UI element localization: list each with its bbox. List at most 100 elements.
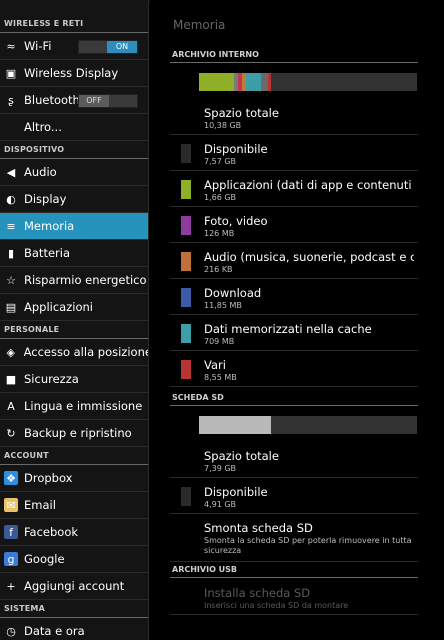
category-color-swatch <box>181 179 191 199</box>
google-icon: g <box>4 552 18 566</box>
email-icon: ✉ <box>4 498 18 512</box>
row-title: Spazio totale <box>204 449 279 463</box>
page-title: Memoria <box>173 18 226 32</box>
section-header: DISPOSITIVO <box>0 141 148 159</box>
storage-icon: ≡ <box>6 219 16 233</box>
sidebar-item-sicurezza[interactable]: ■ Sicurezza <box>0 366 148 393</box>
sidebar-item-facebook[interactable]: f Facebook <box>0 519 148 546</box>
sidebar-item-label: Lingua e immissione <box>24 399 143 413</box>
location-icon: ◈ <box>6 345 16 359</box>
sidebar-item-label: Wi-Fi <box>24 39 52 53</box>
speaker-icon: ◀ <box>6 165 16 179</box>
row-title: Vari <box>204 358 226 372</box>
storage-row[interactable]: Applicazioni (dati di app e contenuti mu… <box>170 171 418 207</box>
sidebar-item-label: Altro... <box>24 120 62 134</box>
sidebar-top-spacer <box>0 0 148 15</box>
storage-row[interactable]: Disponibile 4,91 GB <box>170 478 418 514</box>
row-title: Foto, video <box>204 214 268 228</box>
sidebar-item-memoria[interactable]: ≡ Memoria <box>0 213 148 240</box>
storage-row[interactable]: Smonta scheda SD Smonta la scheda SD per … <box>170 514 418 562</box>
backup-icon: ↻ <box>6 426 16 440</box>
sidebar-item-accesso-alla-posizione[interactable]: ◈ Accesso alla posizione <box>0 339 148 366</box>
section-header: PERSONALE <box>0 321 148 339</box>
section-header-usb-storage: ARCHIVIO USB <box>170 561 418 578</box>
section-header: ACCOUNT <box>0 447 148 465</box>
storage-row[interactable]: Vari 8,55 MB <box>170 351 418 387</box>
row-title: Smonta scheda SD <box>204 521 313 535</box>
row-value: Inserisci una scheda SD da montare <box>204 601 349 610</box>
sidebar-item-label: Google <box>24 552 65 566</box>
storage-row[interactable]: Spazio totale 10,38 GB <box>170 99 418 135</box>
sidebar-item-batteria[interactable]: ▮ Batteria <box>0 240 148 267</box>
category-color-swatch <box>181 287 191 307</box>
sidebar-item-applicazioni[interactable]: ▤ Applicazioni <box>0 294 148 321</box>
sidebar-item-backup-e-ripristino[interactable]: ↻ Backup e ripristino <box>0 420 148 447</box>
category-color-swatch <box>181 143 191 163</box>
row-value: 216 KB <box>204 265 233 274</box>
toggle-knob: ON <box>107 41 137 53</box>
sidebar-item-label: Facebook <box>24 525 79 539</box>
sidebar-item-label: Backup e ripristino <box>24 426 132 440</box>
row-title: Disponibile <box>204 142 268 156</box>
sidebar-item-aggiungi-account[interactable]: + Aggiungi account <box>0 573 148 600</box>
sidebar-item-data-e-ora[interactable]: ◷ Data e ora <box>0 618 148 640</box>
storage-row[interactable]: Dati memorizzati nella cache 709 MB <box>170 315 418 351</box>
row-value: 126 MB <box>204 229 235 238</box>
sidebar-item-dropbox[interactable]: ❖ Dropbox <box>0 465 148 492</box>
storage-row[interactable]: Foto, video 126 MB <box>170 207 418 243</box>
sidebar-item-email[interactable]: ✉ Email <box>0 492 148 519</box>
sidebar-item-lingua-e-immissione[interactable]: A Lingua e immissione <box>0 393 148 420</box>
bluetooth-toggle[interactable]: OFF <box>78 94 138 108</box>
storage-row: Installa scheda SD Inserisci una scheda S… <box>170 579 418 615</box>
battery-icon: ▮ <box>7 246 15 260</box>
row-title: Disponibile <box>204 485 268 499</box>
apps-icon: ▤ <box>5 300 17 314</box>
sidebar-item-label: Audio <box>24 165 57 179</box>
sidebar-item-label: Data e ora <box>24 624 85 638</box>
usage-bar-segment <box>199 416 271 434</box>
sidebar-item-wireless-display[interactable]: ▣ Wireless Display <box>0 60 148 87</box>
sidebar-item-google[interactable]: g Google <box>0 546 148 573</box>
sd-card-usage-bar <box>199 416 417 434</box>
row-value: 8,55 MB <box>204 373 237 382</box>
dropbox-icon: ❖ <box>4 471 18 485</box>
wi-fi-toggle[interactable]: ON <box>78 40 138 54</box>
sidebar-item-label: Bluetooth <box>24 93 80 107</box>
sidebar-item-display[interactable]: ◐ Display <box>0 186 148 213</box>
storage-row[interactable]: Disponibile 7,57 GB <box>170 135 418 171</box>
wireless-display-icon: ▣ <box>5 66 17 80</box>
lock-icon: ■ <box>5 372 17 386</box>
category-color-swatch <box>181 323 191 343</box>
clock-icon: ◷ <box>6 624 16 638</box>
sidebar-item-altro[interactable]: Altro... <box>0 114 148 141</box>
sidebar-item-wi-fi[interactable]: ≈ Wi-Fi ON <box>0 33 148 60</box>
section-header: WIRELESS E RETI <box>0 15 148 33</box>
storage-row[interactable]: Spazio totale 7,39 GB <box>170 442 418 478</box>
sidebar-item-label: Wireless Display <box>24 66 119 80</box>
facebook-icon: f <box>4 525 18 539</box>
usage-bar-segment <box>267 73 271 91</box>
sidebar-item-label: Dropbox <box>24 471 73 485</box>
row-value: 7,57 GB <box>204 157 237 166</box>
row-title: Spazio totale <box>204 106 279 120</box>
power-saving-icon: ☆ <box>6 273 16 287</box>
section-header-internal-storage: ARCHIVIO INTERNO <box>170 46 418 63</box>
storage-row[interactable]: Audio (musica, suonerie, podcast e così … <box>170 243 418 279</box>
sidebar-item-risparmio-energetico[interactable]: ☆ Risparmio energetico <box>0 267 148 294</box>
settings-sidebar[interactable]: WIRELESS E RETI ≈ Wi-Fi ON ▣ Wireless Display… <box>0 0 149 640</box>
row-value: 10,38 GB <box>204 121 242 130</box>
row-value: 11,85 MB <box>204 301 242 310</box>
wifi-icon: ≈ <box>6 39 16 53</box>
sidebar-item-bluetooth[interactable]: ʂ Bluetooth OFF <box>0 87 148 114</box>
row-title: Applicazioni (dati di app e contenuti mu… <box>204 178 414 192</box>
bluetooth-icon: ʂ <box>8 93 14 107</box>
keyboard-language-icon: A <box>7 399 15 413</box>
sidebar-item-audio[interactable]: ◀ Audio <box>0 159 148 186</box>
category-color-swatch <box>181 486 191 506</box>
sidebar-item-label: Risparmio energetico <box>24 273 147 287</box>
storage-row[interactable]: Download 11,85 MB <box>170 279 418 315</box>
category-color-swatch <box>181 251 191 271</box>
section-header-sd-card: SCHEDA SD <box>170 389 418 406</box>
row-value: 709 MB <box>204 337 235 346</box>
sidebar-item-label: Email <box>24 498 56 512</box>
